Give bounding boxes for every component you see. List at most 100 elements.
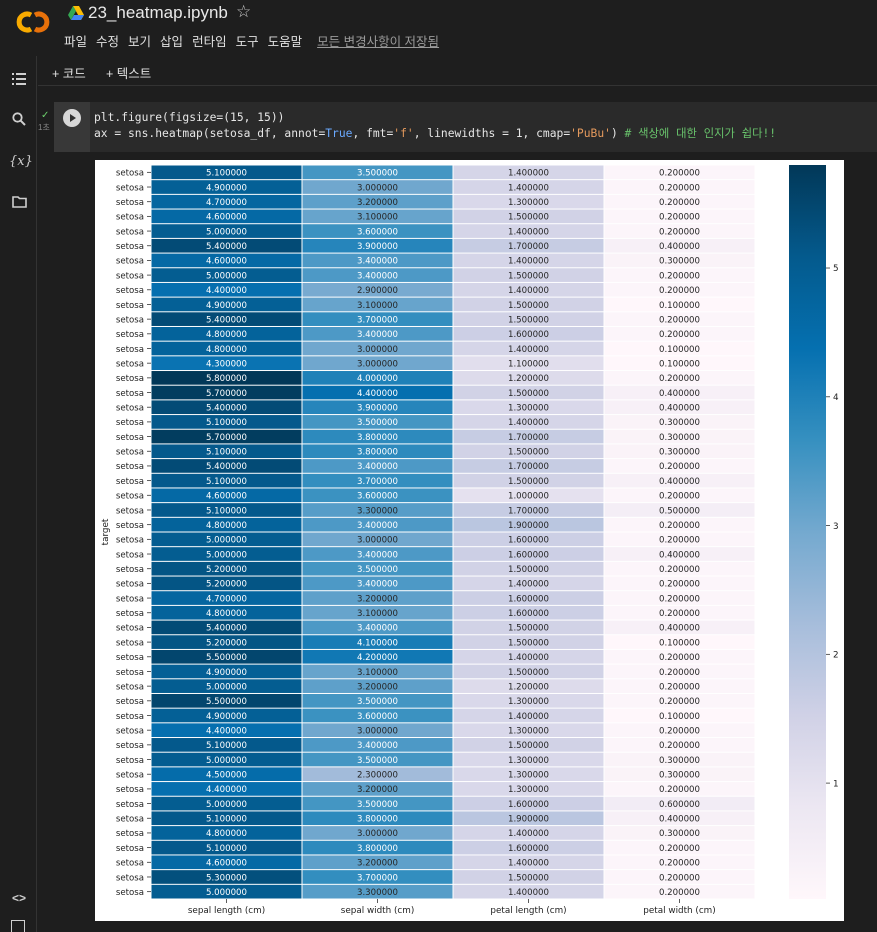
cell-annotation: 1.500000	[508, 741, 549, 751]
cell-annotation: 5.400000	[206, 242, 247, 252]
cell-annotation: 1.400000	[508, 183, 549, 193]
cell-annotation: 4.600000	[206, 492, 247, 502]
cell-annotation: 1.900000	[508, 815, 549, 825]
cell-annotation: 3.200000	[357, 198, 398, 208]
cell-annotation: 5.100000	[206, 844, 247, 854]
cell-annotation: 1.500000	[508, 565, 549, 575]
cell-annotation: 1.200000	[508, 374, 549, 384]
cell-annotation: 1.500000	[508, 301, 549, 311]
cell-annotation: 5.000000	[206, 756, 247, 766]
cell-annotation: 1.500000	[508, 448, 549, 458]
cell-annotation: 4.800000	[206, 609, 247, 619]
row-tick-label: setosa	[116, 404, 144, 414]
cell-annotation: 0.400000	[659, 477, 700, 487]
row-tick-label: setosa	[116, 668, 144, 678]
cell-annotation: 5.400000	[206, 462, 247, 472]
cell-annotation: 0.100000	[659, 301, 700, 311]
menu-edit[interactable]: 수정	[96, 31, 119, 50]
code-snippets-icon[interactable]: <>	[9, 888, 29, 908]
cell-annotation: 1.500000	[508, 624, 549, 634]
variables-icon[interactable]: {x}	[9, 152, 33, 172]
row-tick-label: setosa	[116, 359, 144, 369]
row-tick-label: setosa	[116, 198, 144, 208]
cell-annotation: 0.500000	[659, 506, 700, 516]
cell-annotation: 1.200000	[508, 682, 549, 692]
menu-view[interactable]: 보기	[128, 31, 151, 50]
cell-annotation: 0.200000	[659, 668, 700, 678]
cell-annotation: 4.900000	[206, 712, 247, 722]
cell-annotation: 1.600000	[508, 844, 549, 854]
run-cell-button[interactable]	[63, 109, 81, 127]
cell-annotation: 4.200000	[357, 653, 398, 663]
row-tick-label: setosa	[116, 859, 144, 869]
colab-logo[interactable]	[14, 8, 52, 36]
menu-runtime[interactable]: 런타임	[192, 31, 227, 50]
row-tick-label: setosa	[116, 462, 144, 472]
cell-annotation: 3.900000	[357, 404, 398, 414]
cell-annotation: 1.300000	[508, 771, 549, 781]
menu-tools[interactable]: 도구	[236, 31, 259, 50]
cell-annotation: 0.400000	[659, 815, 700, 825]
row-tick-label: setosa	[116, 785, 144, 795]
cell-annotation: 1.400000	[508, 286, 549, 296]
cell-annotation: 3.000000	[357, 359, 398, 369]
cell-annotation: 4.800000	[206, 345, 247, 355]
cell-annotation: 0.200000	[659, 844, 700, 854]
cell-annotation: 0.200000	[659, 521, 700, 531]
table-of-contents-icon[interactable]	[9, 70, 29, 90]
star-icon[interactable]: ☆	[236, 2, 251, 22]
cell-annotation: 1.000000	[508, 492, 549, 502]
cell-annotation: 0.300000	[659, 448, 700, 458]
colorbar	[789, 165, 826, 899]
folder-icon[interactable]	[9, 193, 29, 213]
cell-annotation: 0.200000	[659, 227, 700, 237]
add-code-button[interactable]: + 코드	[52, 63, 86, 82]
cell-annotation: 5.000000	[206, 550, 247, 560]
cell-annotation: 3.300000	[357, 506, 398, 516]
heatmap-chart: 5.100000 3.500000 1.400000 0.200000 setosa 4.…	[101, 165, 839, 916]
cell-annotation: 5.500000	[206, 697, 247, 707]
menu-insert[interactable]: 삽입	[160, 31, 183, 50]
row-tick-label: setosa	[116, 756, 144, 766]
row-tick-label: setosa	[116, 638, 144, 648]
row-tick-label: setosa	[116, 726, 144, 736]
cell-annotation: 0.100000	[659, 359, 700, 369]
cell-annotation: 4.400000	[206, 726, 247, 736]
colorbar-tick-label: 4	[833, 393, 839, 403]
cell-annotation: 0.200000	[659, 565, 700, 575]
cell-annotation: 0.200000	[659, 609, 700, 619]
code-editor[interactable]: plt.figure(figsize=(15, 15)) ax = sns.hea…	[90, 102, 877, 152]
cell-annotation: 1.300000	[508, 697, 549, 707]
cell-annotation: 0.100000	[659, 638, 700, 648]
cell-annotation: 3.900000	[357, 242, 398, 252]
google-drive-icon[interactable]	[68, 6, 84, 20]
row-tick-label: setosa	[116, 330, 144, 340]
cell-annotation: 4.800000	[206, 521, 247, 531]
cell-output: 5.100000 3.500000 1.400000 0.200000 setosa 4.…	[95, 160, 844, 921]
cell-annotation: 1.600000	[508, 594, 549, 604]
cell-annotation: 4.800000	[206, 829, 247, 839]
colorbar-tick-label: 3	[833, 522, 839, 532]
cell-annotation: 3.400000	[357, 462, 398, 472]
cell-annotation: 0.400000	[659, 550, 700, 560]
terminal-icon[interactable]	[11, 920, 25, 932]
cell-annotation: 0.200000	[659, 169, 700, 179]
menu-help[interactable]: 도움말	[268, 31, 303, 50]
add-text-button[interactable]: + 텍스트	[106, 63, 151, 82]
row-tick-label: setosa	[116, 227, 144, 237]
cell-annotation: 4.600000	[206, 859, 247, 869]
cell-annotation: 1.400000	[508, 829, 549, 839]
save-status[interactable]: 모든 변경사항이 저장됨	[317, 31, 439, 50]
cell-annotation: 0.200000	[659, 492, 700, 502]
notebook-title[interactable]: 23_heatmap.ipynb	[88, 3, 228, 23]
search-icon[interactable]	[9, 111, 29, 131]
cell-annotation: 1.500000	[508, 213, 549, 223]
row-tick-label: setosa	[116, 169, 144, 179]
colorbar-tick-label: 2	[833, 651, 839, 661]
code-line-1: plt.figure(figsize=(15, 15))	[94, 111, 285, 124]
cell-annotation: 3.000000	[357, 183, 398, 193]
cell-annotation: 3.000000	[357, 345, 398, 355]
cell-annotation: 0.300000	[659, 257, 700, 267]
row-tick-label: setosa	[116, 609, 144, 619]
menu-file[interactable]: 파일	[64, 31, 87, 50]
